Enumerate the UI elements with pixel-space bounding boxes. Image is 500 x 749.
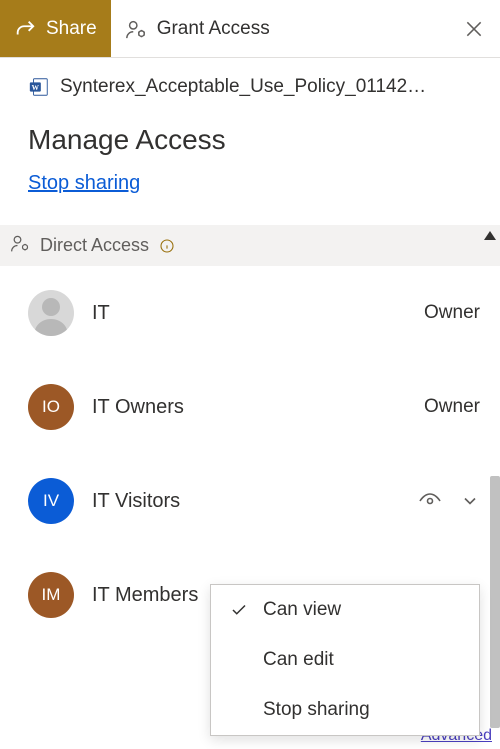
avatar: IV	[28, 478, 74, 524]
checkmark-icon	[229, 601, 249, 619]
view-permission-icon[interactable]	[418, 489, 442, 513]
svg-text:W: W	[32, 83, 40, 92]
entity-name: IT Visitors	[92, 490, 400, 513]
entity-name: IT Owners	[92, 396, 406, 419]
list-item: IT Owner	[0, 266, 500, 360]
tab-share-label: Share	[46, 18, 97, 40]
entity-role: Owner	[424, 302, 480, 324]
close-button[interactable]	[462, 17, 486, 41]
page-title: Manage Access	[0, 104, 500, 166]
dropdown-can-view[interactable]: Can view	[211, 585, 479, 635]
file-row: W Synterex_Acceptable_Use_Policy_01142…	[0, 58, 500, 104]
person-gear-icon	[125, 18, 147, 40]
list-item: IV IT Visitors	[0, 454, 500, 548]
info-icon[interactable]	[159, 238, 175, 254]
avatar: IO	[28, 384, 74, 430]
permission-dropdown-button[interactable]	[460, 491, 480, 511]
avatar: IM	[28, 572, 74, 618]
stop-sharing-link[interactable]: Stop sharing	[28, 172, 140, 195]
share-icon	[14, 18, 36, 40]
tab-share[interactable]: Share	[0, 0, 111, 57]
dropdown-item-label: Can edit	[263, 649, 334, 671]
word-document-icon: W	[28, 76, 50, 98]
file-name: Synterex_Acceptable_Use_Policy_01142…	[60, 76, 426, 98]
dropdown-can-edit[interactable]: Can edit	[211, 635, 479, 685]
avatar	[28, 290, 74, 336]
list-item: IO IT Owners Owner	[0, 360, 500, 454]
expand-indicator-icon	[484, 231, 496, 240]
entity-name: IT	[92, 302, 406, 325]
dropdown-item-label: Stop sharing	[263, 699, 370, 721]
tab-grant-label: Grant Access	[157, 18, 270, 40]
dropdown-item-label: Can view	[263, 599, 341, 621]
people-gear-icon	[10, 233, 30, 258]
entity-role: Owner	[424, 396, 480, 418]
permission-dropdown: Can view Can edit Stop sharing	[210, 584, 480, 736]
tab-bar: Share Grant Access	[0, 0, 500, 58]
section-title: Direct Access	[40, 235, 149, 256]
tab-grant-access[interactable]: Grant Access	[111, 0, 284, 57]
dropdown-stop-sharing[interactable]: Stop sharing	[211, 685, 479, 735]
section-direct-access[interactable]: Direct Access	[0, 225, 500, 266]
scrollbar-thumb[interactable]	[490, 476, 500, 728]
